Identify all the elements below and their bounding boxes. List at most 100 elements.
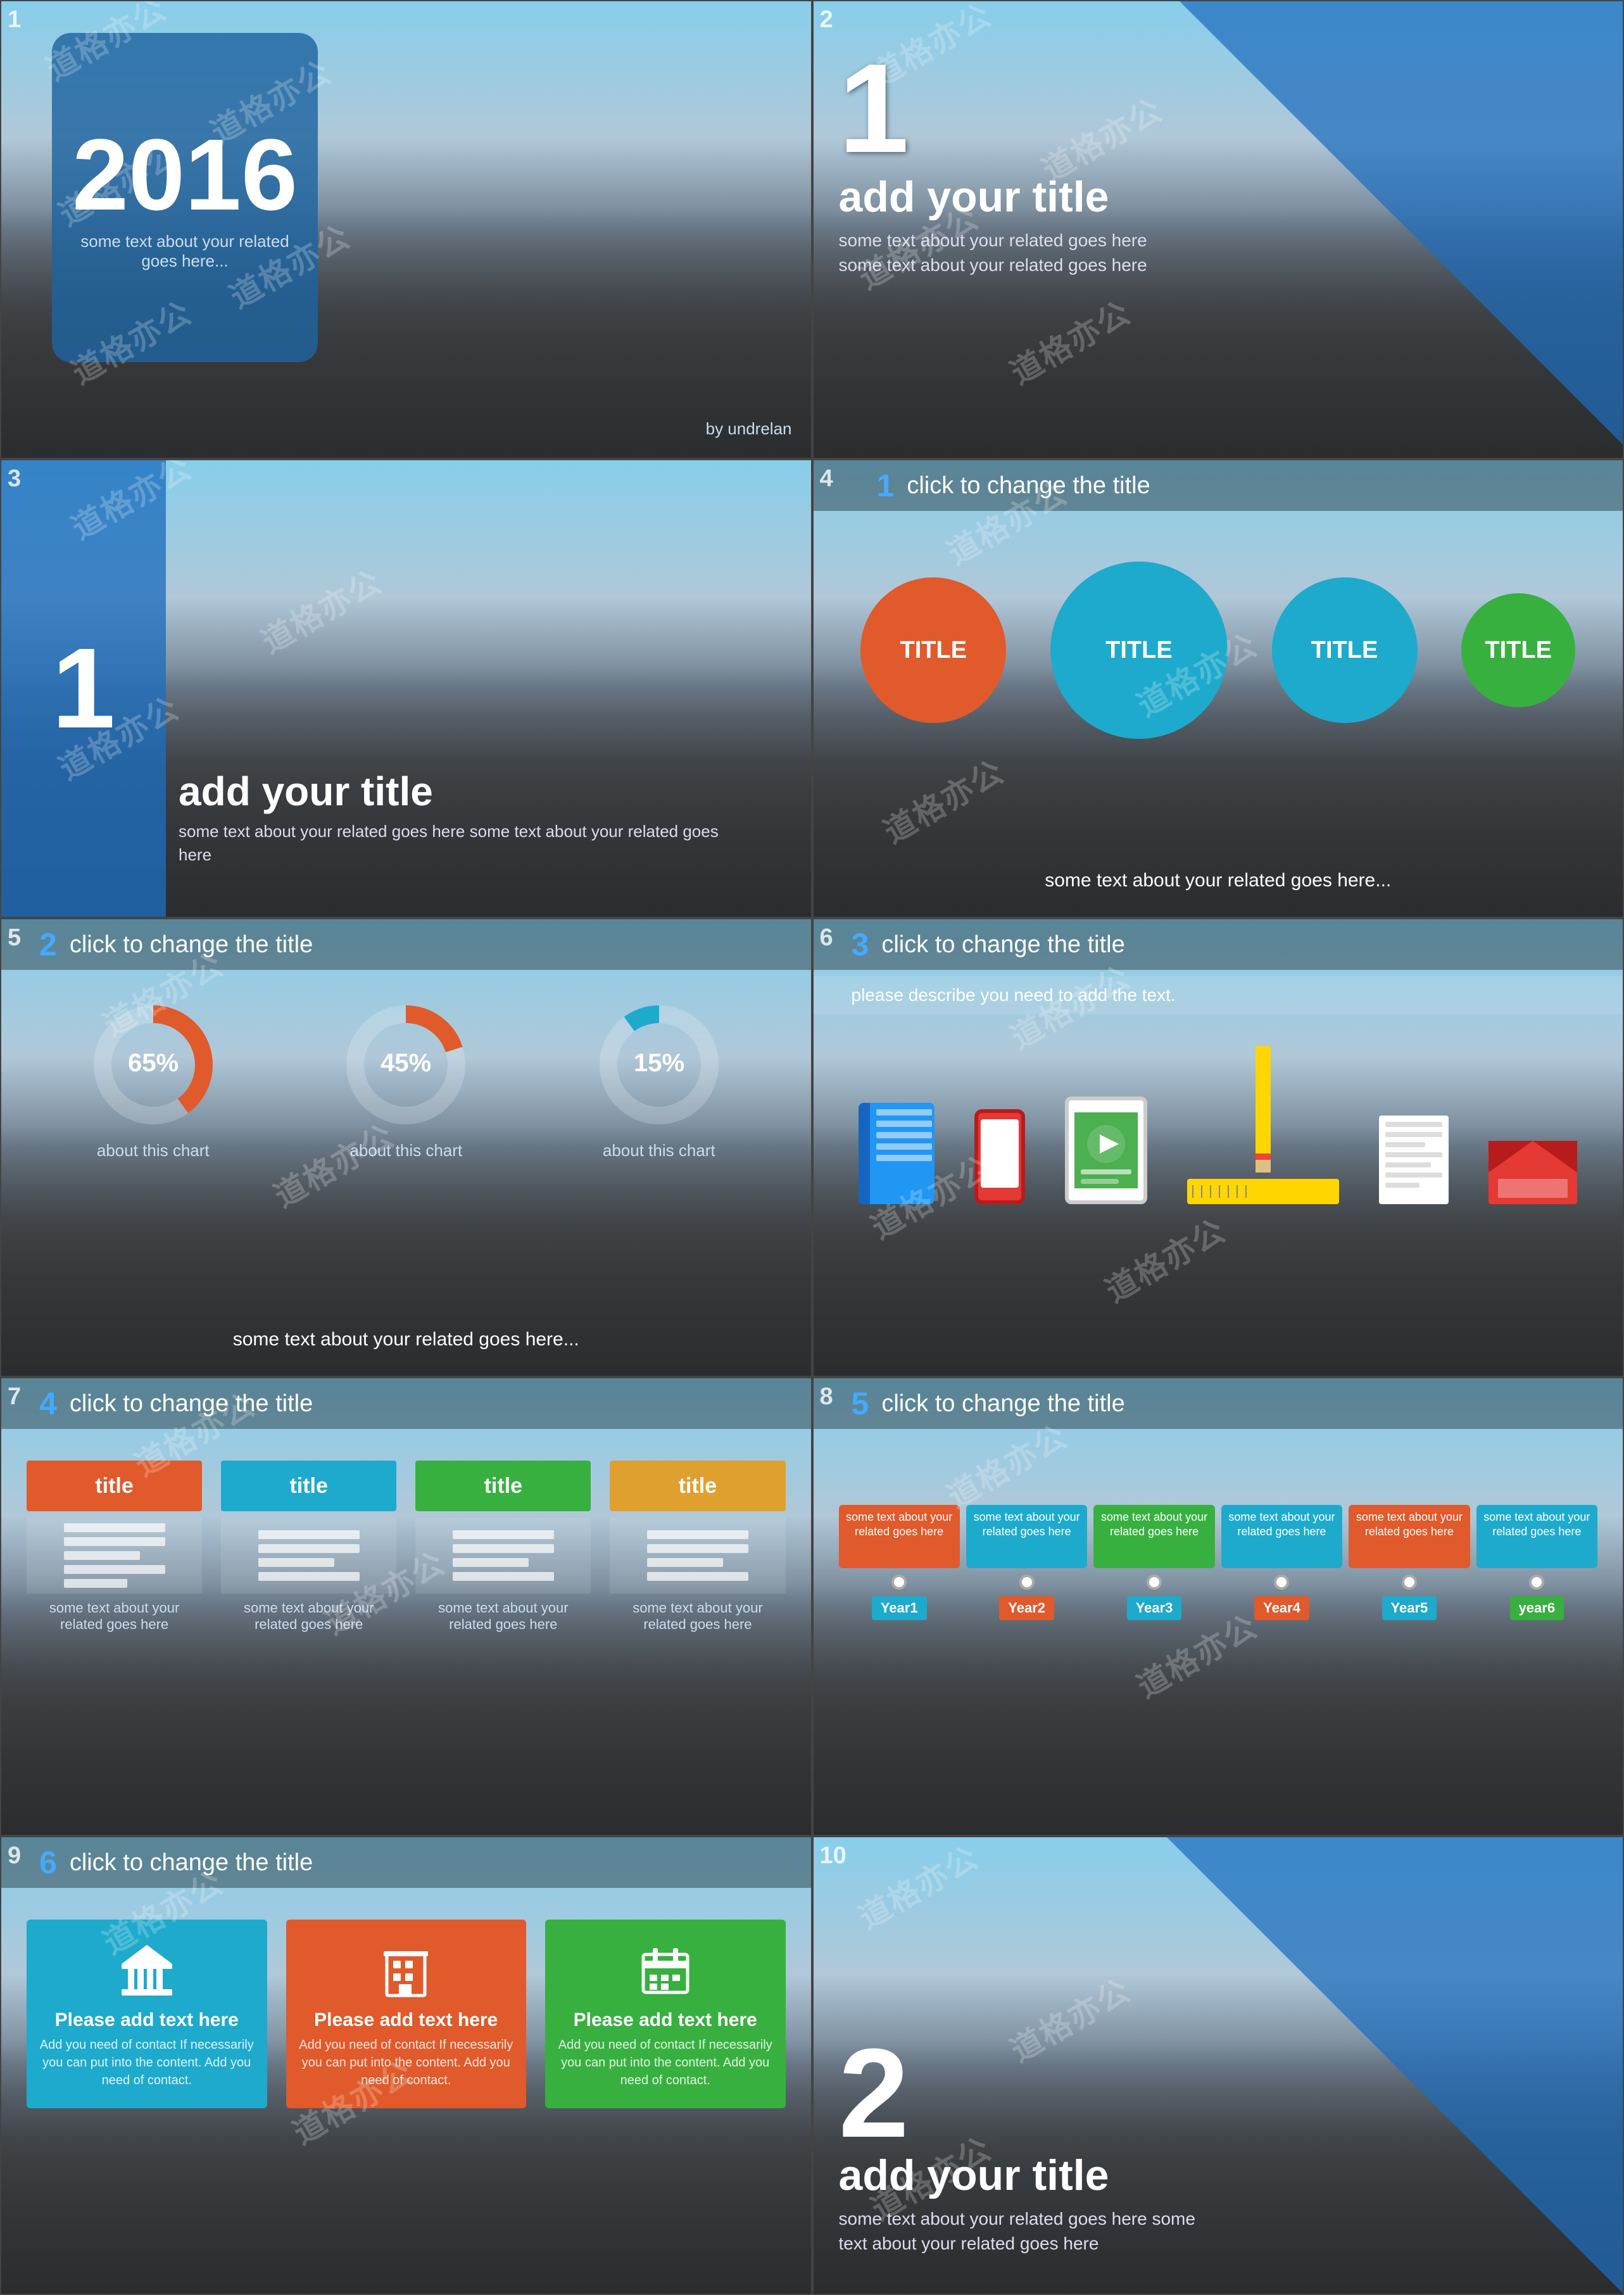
slide-8-year-3: Year3	[1127, 1596, 1182, 1620]
slide-7-col-text-3: some text about your related goes here	[415, 1600, 591, 1633]
slide-8-bubble-1: some text about your related goes here	[839, 1505, 960, 1568]
slide-8-dot-1	[891, 1575, 907, 1590]
svg-text:45%: 45%	[381, 1049, 431, 1077]
slide-7-col-icon-4	[610, 1518, 785, 1594]
slide-8-bubble-6: some text about your related goes here	[1476, 1505, 1597, 1568]
slide-5-donut-1-svg: 65%	[84, 995, 223, 1135]
slide-5-donut-3-svg: 15%	[589, 995, 729, 1135]
slide-5-topbar: 2 click to change the title	[1, 919, 811, 970]
slide-2-triangle	[1180, 1, 1623, 444]
slide-3: 1 add your title some text about your re…	[0, 459, 812, 918]
slide-6-icons	[814, 1046, 1623, 1204]
slide-8-year-6: year6	[1510, 1596, 1564, 1620]
slide-5-donut-1-label: about this chart	[97, 1141, 210, 1160]
slide-1: 2016 some text about your related goes h…	[0, 0, 812, 459]
slide-9-card-icon-1	[115, 1939, 179, 2002]
slide-9-card-icon-2	[374, 1939, 437, 2002]
slide-5-donut-2: 45% about this chart	[336, 995, 475, 1160]
slide-5-topbar-num: 2	[39, 926, 57, 963]
slide-8-t-4: some text about your related goes here Y…	[1221, 1505, 1342, 1620]
slide-1-subtext: some text about your related goes here..…	[52, 232, 318, 271]
slide-7-topbar-title: click to change the title	[70, 1390, 313, 1418]
slide-8-bubble-3: some text about your related goes here	[1093, 1505, 1214, 1568]
slide-9-card-sub-1: Add you need of contact If necessarily y…	[39, 2036, 255, 2089]
slide-8-topbar-num: 5	[852, 1385, 869, 1422]
svg-text:15%: 15%	[634, 1049, 684, 1077]
slide-8-dot-2	[1019, 1575, 1035, 1590]
slide-6-topbar-title: click to change the title	[881, 931, 1124, 959]
slide-7-col-header-1: title	[27, 1461, 202, 1511]
icon-book	[859, 1103, 935, 1204]
slide-3-desc: some text about your related goes here s…	[179, 820, 748, 866]
tablet-screen	[1074, 1112, 1138, 1188]
slide-4-circle-label-3: TITLE	[1272, 577, 1418, 723]
slide-4-topbar: 1 click to change the title	[814, 460, 1623, 511]
slide-3-num-badge: 3	[8, 465, 21, 493]
icon-pencil-ruler	[1187, 1046, 1339, 1204]
slide-8-t-5: some text about your related goes here Y…	[1349, 1505, 1470, 1620]
slide-4-circle-4: TITLE	[1461, 593, 1575, 707]
slide-10-desc: some text about your related goes here s…	[839, 2206, 1219, 2256]
slide-8-num-badge: 8	[820, 1383, 833, 1411]
slide-8-dot-6	[1529, 1575, 1544, 1590]
device-pencil	[1256, 1046, 1271, 1173]
slide-2-title: add your title	[839, 172, 1155, 222]
slide-7-col-icon-3	[415, 1518, 591, 1594]
slide-6-desc-bar: please describe you need to add the text…	[814, 976, 1623, 1014]
device-book	[859, 1103, 935, 1204]
slide-9-topbar-title: click to change the title	[70, 1849, 313, 1877]
road-overlay-8	[814, 1583, 1623, 1835]
slide-9-card-title-1: Please add text here	[55, 2009, 239, 2031]
icon-tablet	[1065, 1097, 1147, 1204]
icon-document	[1379, 1116, 1449, 1204]
slide-5-bottom-text: some text about your related goes here..…	[1, 1329, 811, 1350]
slide-4: 1 click to change the title TITLE TITLE …	[812, 459, 1624, 918]
slide-2-content: 1 add your title some text about your re…	[839, 52, 1155, 277]
slide-9-card-sub-3: Add you need of contact If necessarily y…	[558, 2036, 773, 2089]
slide-7-col-text-2: some text about your related goes here	[221, 1600, 396, 1633]
slide-6-topbar: 3 click to change the title	[814, 919, 1623, 970]
slide-10-content: 2 add your title some text about your re…	[839, 2037, 1219, 2256]
slide-8-timeline: some text about your related goes here Y…	[839, 1505, 1598, 1620]
slide-9-card-sub-2: Add you need of contact If necessarily y…	[299, 2036, 514, 2089]
slide-4-num-badge: 4	[820, 465, 833, 493]
slide-1-byline: by undrelan	[706, 419, 792, 439]
slide-8-dot-3	[1147, 1575, 1162, 1590]
slide-8-topbar-title: click to change the title	[881, 1390, 1124, 1418]
slide-1-year: 2016	[72, 124, 298, 225]
device-ruler	[1187, 1179, 1339, 1204]
slide-2-num-badge: 2	[820, 6, 833, 34]
slide-8-timeline-row: some text about your related goes here Y…	[839, 1505, 1598, 1620]
slide-1-blue-box: 2016 some text about your related goes h…	[52, 33, 318, 362]
slide-5-donut-1: 65% about this chart	[84, 995, 223, 1160]
slide-7-cols: title some text about your related goes …	[27, 1461, 786, 1633]
slide-10-title: add your title	[839, 2151, 1219, 2200]
slide-2: 1 add your title some text about your re…	[812, 0, 1624, 459]
slide-8-dot-5	[1402, 1575, 1417, 1590]
slide-7-col-3: title some text about your related goes …	[415, 1461, 591, 1633]
slide-8-t-2: some text about your related goes here Y…	[966, 1505, 1087, 1620]
icon-phone	[974, 1109, 1025, 1204]
slide-8-year-5: Year5	[1382, 1596, 1437, 1620]
slide-9-topbar: 6 click to change the title	[1, 1837, 811, 1888]
slide-7-col-text-4: some text about your related goes here	[610, 1600, 785, 1633]
slide-5-donut-3: 15% about this chart	[589, 995, 729, 1160]
slide-5-num-badge: 5	[8, 924, 21, 952]
device-envelope	[1489, 1141, 1577, 1204]
slide-6-num-badge: 6	[820, 924, 833, 952]
slide-8-t-6: some text about your related goes here y…	[1476, 1505, 1597, 1620]
slide-3-right-content: add your title some text about your rela…	[179, 768, 748, 866]
slide-2-desc: some text about your related goes here s…	[839, 228, 1155, 277]
slide-8-dot-4	[1274, 1575, 1289, 1590]
slide-8-bubble-2: some text about your related goes here	[966, 1505, 1087, 1568]
slide-4-circle-label-2: TITLE	[1050, 562, 1228, 739]
slide-9-card-title-3: Please add text here	[574, 2009, 757, 2031]
slide-9-card-icon-3	[634, 1939, 697, 2002]
slide-8: 5 click to change the title some text ab…	[812, 1377, 1624, 1836]
slide-7-topbar-num: 4	[39, 1385, 57, 1422]
slide-4-bottom-text: some text about your related goes here..…	[814, 870, 1623, 891]
slide-4-circle-label-1: TITLE	[860, 577, 1006, 723]
device-doc	[1379, 1116, 1449, 1204]
slide-9: 6 click to change the title	[0, 1836, 812, 2295]
device-phone-screen	[981, 1119, 1019, 1188]
